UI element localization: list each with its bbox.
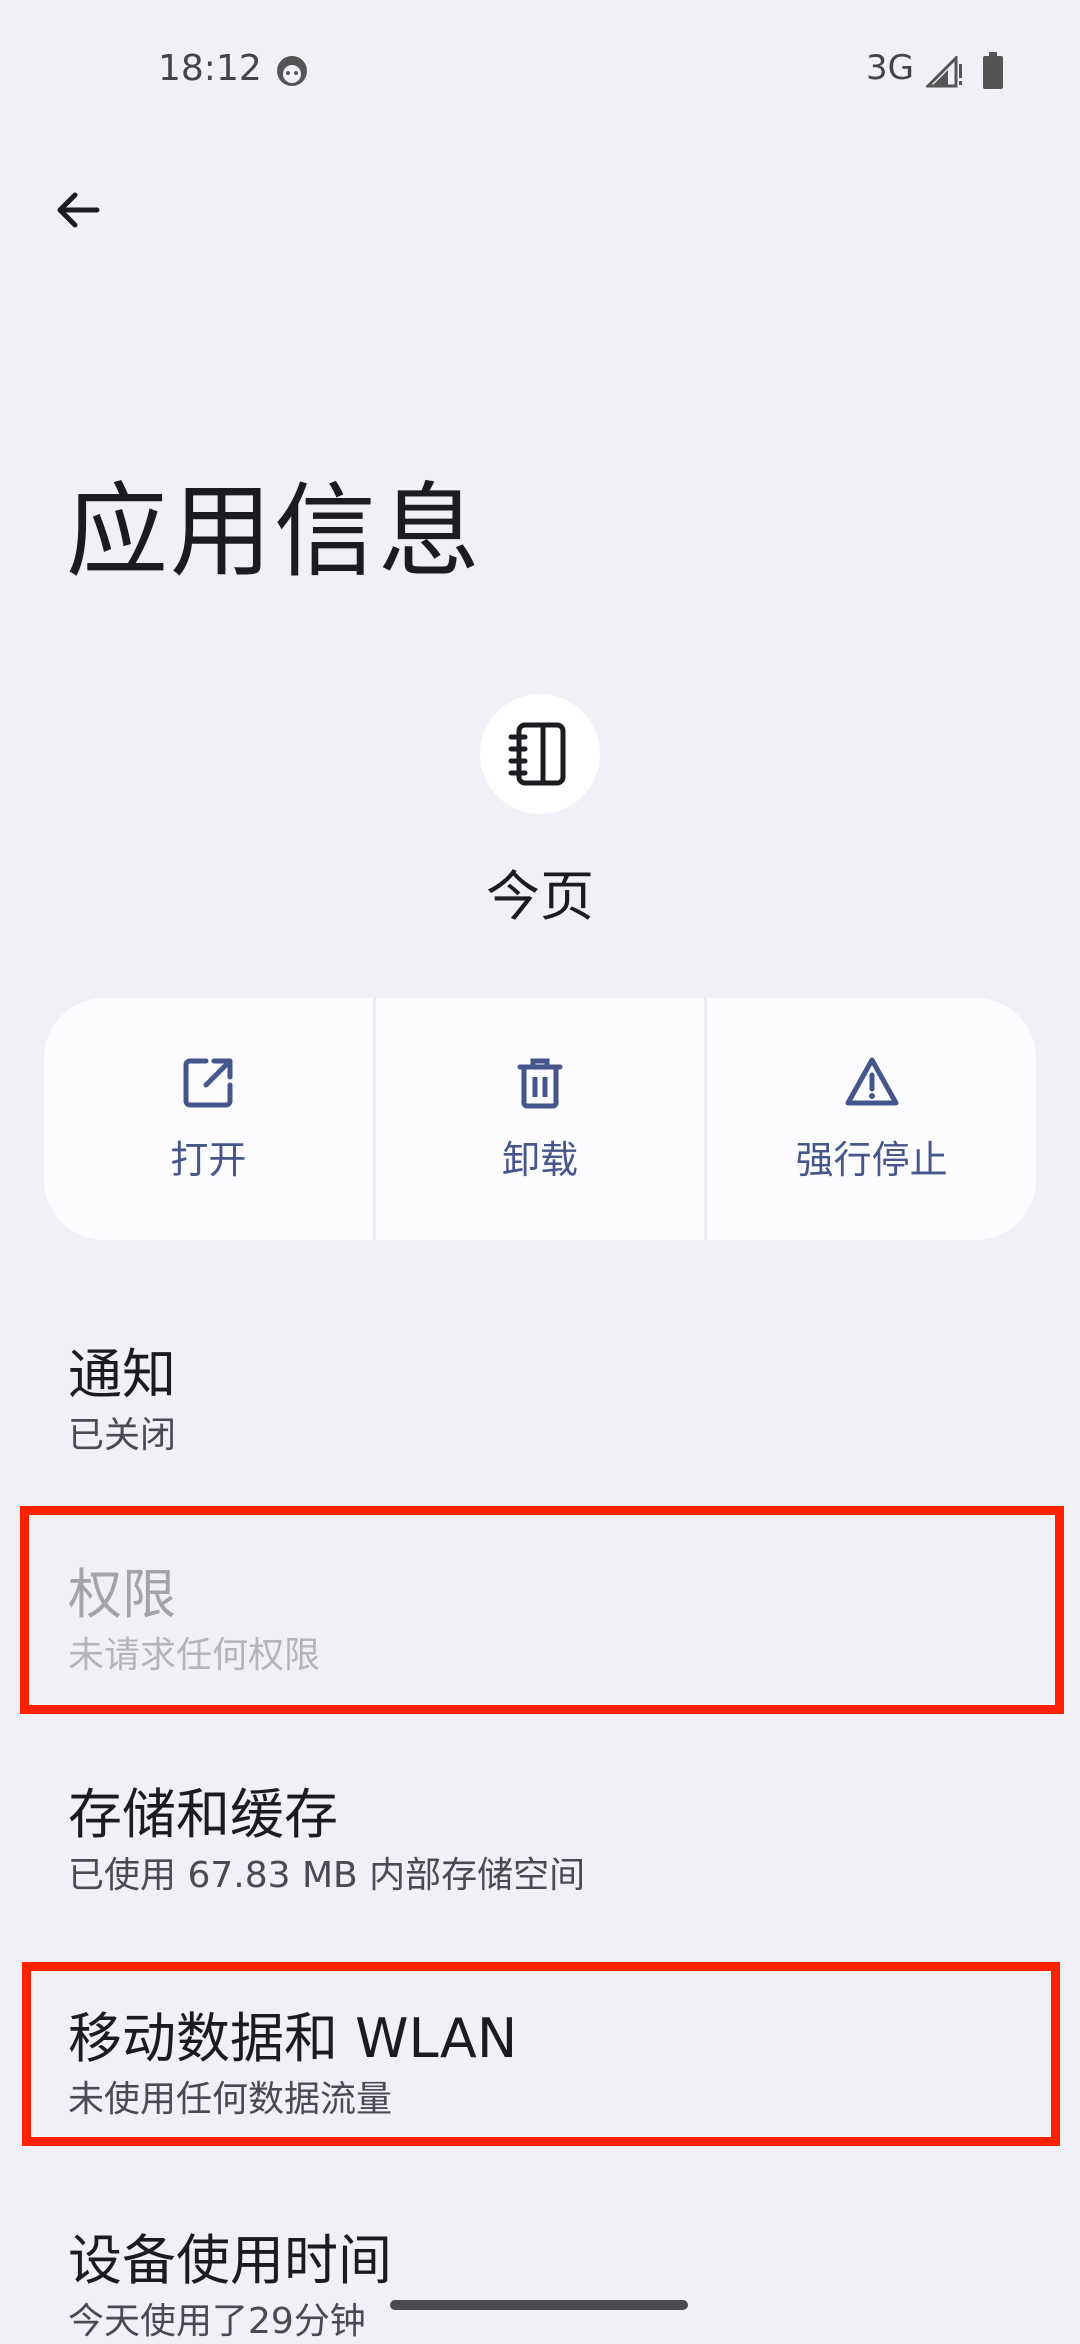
- storage-item[interactable]: 存储和缓存 已使用 67.83 MB 内部存储空间: [0, 1740, 1080, 1920]
- notification-face-icon: [277, 56, 307, 86]
- highlight-box-mobile-data: [22, 1962, 1060, 2146]
- page-title: 应用信息: [66, 473, 482, 592]
- back-button[interactable]: [40, 172, 116, 248]
- force-stop-button[interactable]: 强行停止: [704, 998, 1036, 1240]
- force-stop-label: 强行停止: [795, 1137, 948, 1182]
- status-bar: 18:12 3G: [0, 0, 1080, 140]
- uninstall-label: 卸载: [502, 1137, 579, 1182]
- screen-time-item[interactable]: 设备使用时间 今天使用了29分钟: [0, 2186, 1080, 2342]
- notification-subtitle: 已关闭: [68, 1415, 177, 1456]
- notification-item[interactable]: 通知 已关闭: [0, 1300, 1080, 1480]
- screen-time-subtitle: 今天使用了29分钟: [68, 2301, 366, 2342]
- network-type-label: 3G: [866, 48, 914, 88]
- notification-title: 通知: [68, 1343, 176, 1406]
- signal-icon: [926, 56, 962, 88]
- open-label: 打开: [170, 1137, 247, 1182]
- app-icon: [480, 694, 600, 814]
- action-card: 打开 卸载 强行停止: [44, 998, 1036, 1240]
- app-name: 今页: [486, 865, 594, 928]
- storage-subtitle: 已使用 67.83 MB 内部存储空间: [68, 1855, 586, 1896]
- back-arrow-icon: [57, 192, 100, 228]
- open-external-icon: [183, 1058, 233, 1107]
- screen-time-title: 设备使用时间: [68, 2229, 392, 2292]
- highlight-box-permissions: [20, 1506, 1064, 1714]
- notebook-icon: [508, 722, 566, 786]
- open-button[interactable]: 打开: [44, 998, 373, 1240]
- uninstall-button[interactable]: 卸载: [372, 998, 705, 1240]
- trash-icon: [517, 1058, 563, 1108]
- storage-title: 存储和缓存: [68, 1783, 338, 1846]
- status-time: 18:12: [158, 48, 262, 89]
- battery-icon: [983, 52, 1003, 89]
- warning-icon: [845, 1057, 899, 1105]
- gesture-navigation-bar[interactable]: [390, 2300, 688, 2310]
